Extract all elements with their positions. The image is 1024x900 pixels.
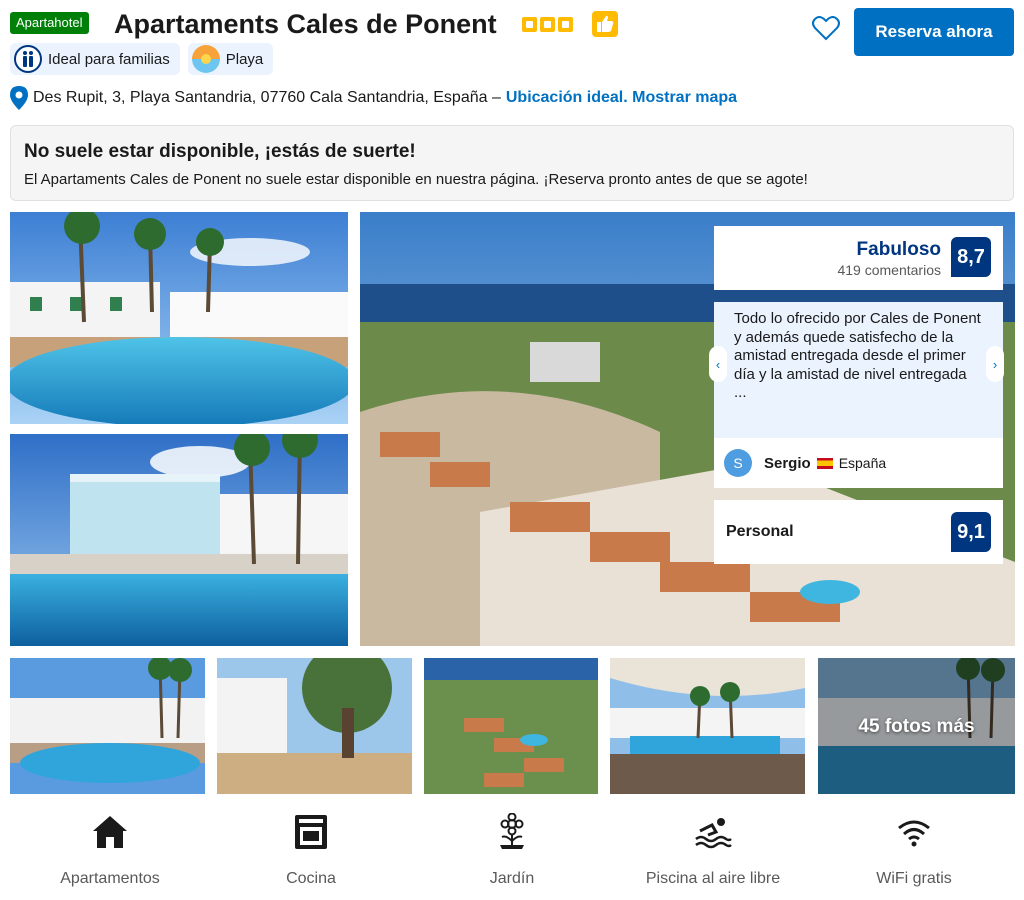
avatar: S	[724, 449, 752, 477]
star-icon	[522, 17, 537, 32]
facility-item: Apartamentos	[10, 810, 210, 888]
address-line: Des Rupit, 3, Playa Santandria, 07760 Ca…	[10, 86, 737, 110]
facility-label: Piscina al aire libre	[645, 870, 781, 887]
staff-score-card: Personal 9,1	[714, 500, 1003, 564]
tag-label: Ideal para familias	[48, 50, 170, 68]
tag-label: Playa	[225, 50, 264, 68]
property-type-badge: Apartahotel	[10, 12, 89, 34]
facility-item: Cocina	[211, 810, 411, 888]
star-icon	[540, 17, 555, 32]
gallery-photo[interactable]	[10, 212, 348, 424]
staff-label: Personal	[726, 523, 794, 540]
flower-icon	[412, 810, 612, 854]
review-score-card[interactable]: Fabuloso 419 comentarios 8,7	[714, 226, 1003, 290]
facility-item: Jardín	[412, 810, 612, 888]
swimming-icon	[613, 810, 813, 854]
facility-item: WiFi gratis	[814, 810, 1014, 888]
spain-flag-icon	[816, 457, 833, 469]
gallery-thumbnail[interactable]	[217, 658, 412, 794]
home-icon	[10, 810, 210, 854]
gallery-thumbnail[interactable]	[424, 658, 598, 794]
facility-item: Piscina al aire libre	[613, 810, 813, 888]
review-count: 419 comentarios	[837, 262, 941, 278]
tag-beach: Playa	[187, 43, 274, 75]
wifi-icon	[814, 810, 1014, 854]
map-pin-icon	[10, 86, 28, 110]
reviewer-name: Sergio	[764, 454, 811, 472]
gallery-thumbnail[interactable]	[10, 658, 205, 794]
star-icon	[558, 17, 573, 32]
facility-label: Cocina	[286, 870, 336, 887]
tag-family: Ideal para familias	[10, 43, 180, 75]
family-icon	[14, 45, 42, 73]
oven-icon	[211, 810, 411, 854]
beach-icon	[191, 45, 220, 73]
gallery-more-photos[interactable]: 45 fotos más	[818, 658, 1015, 794]
gallery-photo[interactable]	[10, 434, 348, 646]
staff-score-badge: 9,1	[951, 512, 991, 552]
score-badge: 8,7	[951, 237, 991, 277]
reviewer-info: S Sergio España	[714, 438, 1003, 488]
facility-label: Jardín	[489, 870, 535, 887]
reviewer-country: España	[838, 455, 887, 471]
availability-alert: No suele estar disponible, ¡estás de sue…	[10, 125, 1014, 201]
thumbs-up-icon	[592, 11, 618, 37]
hotel-name: Apartaments Cales de Ponent	[114, 9, 497, 39]
favorite-heart-icon[interactable]	[810, 12, 842, 44]
show-map-link[interactable]: Ubicación ideal. Mostrar mapa	[506, 89, 737, 107]
reserve-now-button[interactable]: Reserva ahora	[854, 8, 1014, 56]
more-photos-label: 45 fotos más	[858, 716, 975, 737]
property-header: Apartahotel Apartaments Cales de Ponent …	[10, 8, 1014, 56]
alert-text: El Apartaments Cales de Ponent no suele …	[24, 171, 808, 188]
star-rating	[522, 17, 573, 32]
facility-label: WiFi gratis	[876, 870, 952, 887]
chevron-left-icon[interactable]: ‹	[709, 346, 727, 382]
score-word: Fabuloso	[856, 239, 941, 260]
guest-review-card: Todo lo ofrecido por Cales de Ponent y a…	[714, 302, 1003, 438]
popular-facilities: Apartamentos Cocina Jardín Piscina al ai…	[0, 810, 1024, 900]
address-text: Des Rupit, 3, Playa Santandria, 07760 Ca…	[33, 89, 501, 106]
facility-label: Apartamentos	[60, 870, 160, 887]
chevron-right-icon[interactable]: ›	[986, 346, 1004, 382]
alert-title: No suele estar disponible, ¡estás de sue…	[24, 141, 416, 162]
property-highlights: Ideal para familias Playa	[10, 43, 274, 75]
gallery-thumbnail[interactable]	[610, 658, 805, 794]
review-text: Todo lo ofrecido por Cales de Ponent y a…	[734, 310, 981, 401]
